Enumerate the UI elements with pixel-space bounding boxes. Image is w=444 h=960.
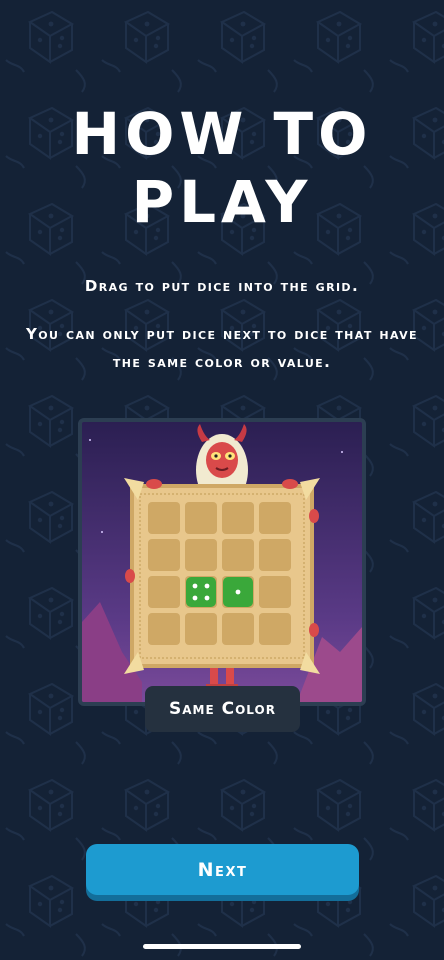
die-four — [186, 577, 216, 607]
grid-cell — [259, 502, 291, 534]
page-title: HOW TO PLAY — [71, 100, 373, 236]
grid-cell — [222, 539, 254, 571]
grid-cell — [259, 576, 291, 608]
grid-cell — [222, 502, 254, 534]
grid-cell — [259, 539, 291, 571]
instruction-line-drag: Drag to put dice into the grid. — [84, 277, 360, 295]
grid-cell — [148, 613, 180, 645]
grid-cell — [185, 539, 217, 571]
instruction-line-rule: You can only put dice next to dice that … — [26, 325, 418, 371]
same-color-label: Same Color — [145, 686, 300, 732]
grid-cell — [259, 613, 291, 645]
grid-cell — [148, 502, 180, 534]
home-indicator[interactable] — [143, 944, 301, 949]
grid-cell — [222, 613, 254, 645]
next-button[interactable]: Next — [86, 844, 359, 895]
preview-scene — [82, 422, 362, 702]
grid-cell — [185, 613, 217, 645]
instructions: Drag to put dice into the grid. You can … — [20, 272, 424, 376]
grid-cell — [185, 502, 217, 534]
tutorial-preview — [78, 418, 366, 706]
grid-cell — [148, 576, 180, 608]
die-one — [223, 577, 253, 607]
grid-cell — [148, 539, 180, 571]
